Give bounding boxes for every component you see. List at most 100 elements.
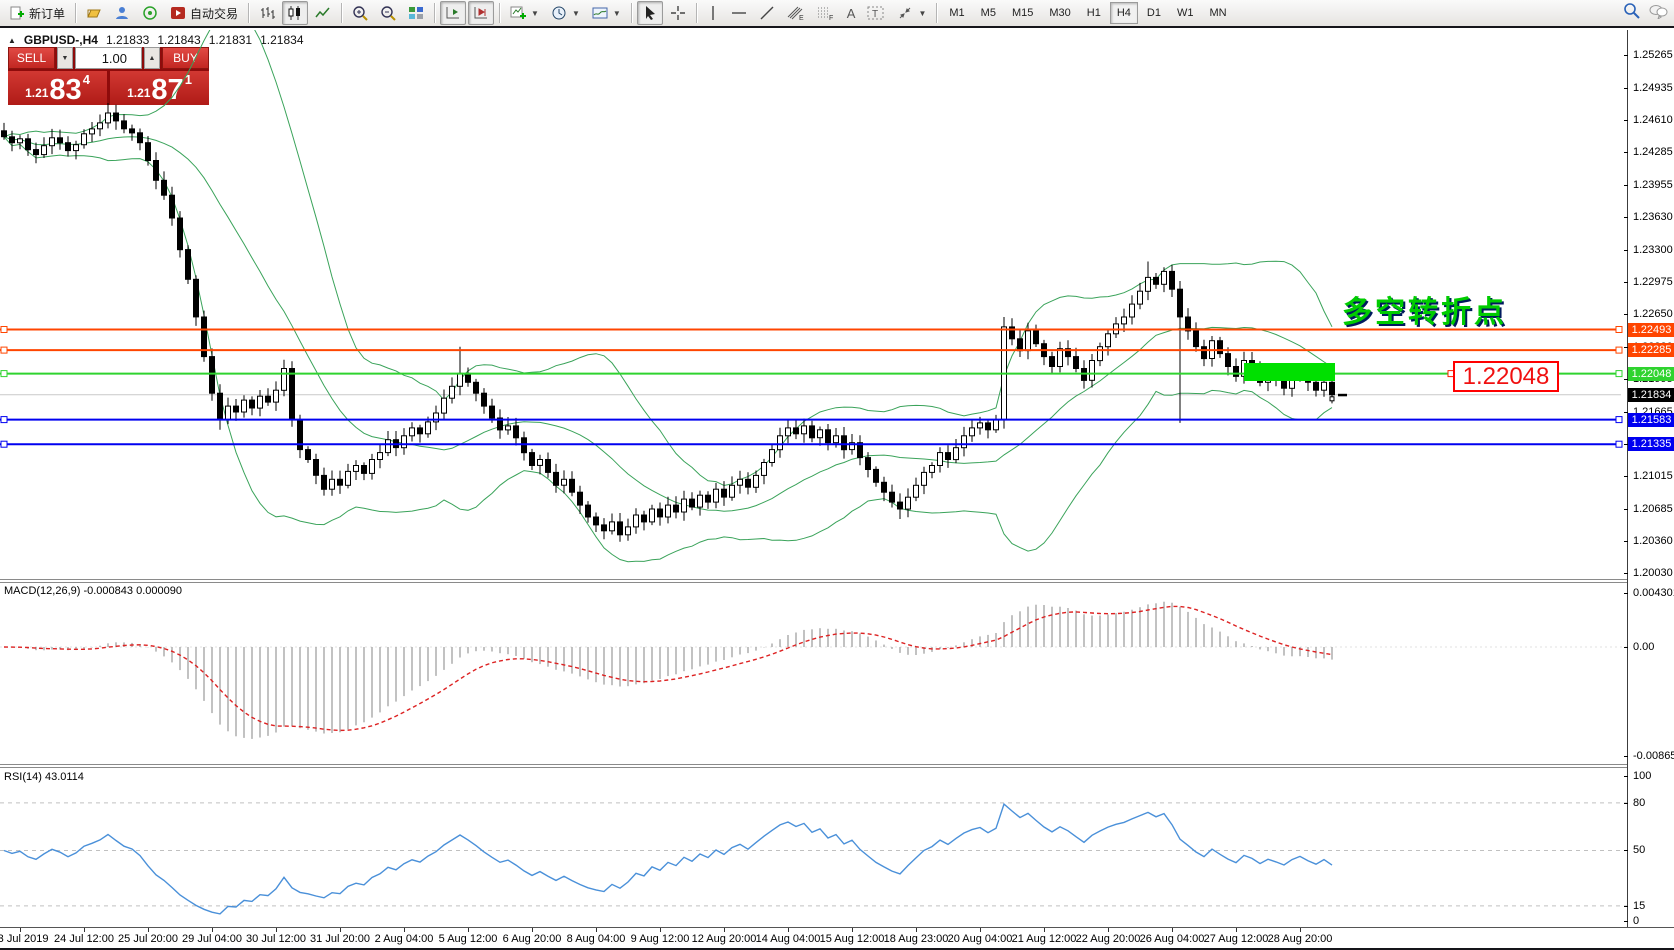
time-tick-label: 25 Jul 20:00 — [118, 933, 178, 945]
current-price-tag: 1.21834 — [1628, 388, 1674, 402]
trendline-button[interactable] — [754, 1, 780, 25]
candlestick-chart-button[interactable] — [282, 1, 308, 25]
price-tick-label: 1.21015 — [1633, 470, 1673, 482]
timeframe-button-mn[interactable]: MN — [1202, 2, 1233, 24]
data-window-button[interactable] — [109, 1, 135, 25]
toolbar: 新订单 自动交易 ▼ ▼ ▼ E F A T ▼ — [0, 0, 1674, 28]
line-chart-button[interactable] — [310, 1, 336, 25]
hline-price-tag: 1.22285 — [1628, 343, 1674, 357]
timeframe-button-d1[interactable]: D1 — [1140, 2, 1168, 24]
search-icon[interactable] — [1623, 2, 1640, 24]
arrows-dropdown[interactable]: ▼ — [892, 1, 931, 25]
time-tick-mark — [1300, 928, 1301, 932]
horizontal-line-button[interactable] — [726, 1, 752, 25]
timeframe-button-w1[interactable]: W1 — [1170, 2, 1201, 24]
macd-pane-canvas[interactable] — [0, 583, 1627, 764]
time-tick-mark — [1236, 928, 1237, 932]
time-tick-mark — [788, 928, 789, 932]
axis-tick-mark — [1624, 120, 1628, 121]
cursor-icon — [642, 5, 658, 21]
price-callout-box[interactable]: 1.22048 — [1453, 361, 1559, 392]
signal-button[interactable] — [137, 1, 163, 25]
toolbar-separator — [696, 3, 697, 23]
time-tick-label: 20 Aug 04:00 — [948, 933, 1013, 945]
timeframe-button-h4[interactable]: H4 — [1110, 2, 1138, 24]
toolbar-separator — [75, 3, 76, 23]
period-dropdown[interactable]: ▼ — [546, 1, 585, 25]
time-axis[interactable]: 23 Jul 201924 Jul 12:0025 Jul 20:0029 Ju… — [0, 927, 1674, 949]
chart-shift-button[interactable] — [468, 1, 494, 25]
chevron-down-icon: ▼ — [918, 9, 926, 18]
price-tick-label: 1.22650 — [1633, 308, 1673, 320]
price-tick-label: 1.24285 — [1633, 146, 1673, 158]
vertical-line-button[interactable] — [702, 1, 724, 25]
fibonacci-button[interactable]: F — [812, 1, 840, 25]
timeframe-button-m30[interactable]: M30 — [1042, 2, 1077, 24]
chat-icon[interactable] — [1648, 3, 1668, 24]
time-tick-label: 22 Aug 20:00 — [1076, 933, 1141, 945]
axis-tick-mark — [1624, 314, 1628, 315]
bar-chart-button[interactable] — [254, 1, 280, 25]
axis-tick-mark — [1624, 250, 1628, 251]
template-dropdown[interactable]: ▼ — [587, 1, 626, 25]
timeframe-button-m15[interactable]: M15 — [1005, 2, 1040, 24]
timeframe-button-h1[interactable]: H1 — [1080, 2, 1108, 24]
time-tick-label: 12 Aug 20:00 — [692, 933, 757, 945]
equidistant-channel-button[interactable]: E — [782, 1, 810, 25]
hline-price-tag: 1.21335 — [1628, 437, 1674, 451]
profiles-button[interactable] — [81, 1, 107, 25]
chart-shift-icon — [473, 5, 489, 21]
price-tick-label: 1.25265 — [1633, 49, 1673, 61]
price-tick-label: 1.23955 — [1633, 179, 1673, 191]
rsi-tick-label: 80 — [1633, 797, 1645, 809]
rsi-pane-canvas[interactable] — [0, 768, 1627, 927]
axis-tick-mark — [1624, 756, 1628, 757]
axis-tick-mark — [1624, 476, 1628, 477]
crosshair-button[interactable] — [665, 1, 691, 25]
time-tick-label: 14 Aug 04:00 — [756, 933, 821, 945]
timeframe-button-m5[interactable]: M5 — [974, 2, 1003, 24]
time-tick-label: 8 Aug 04:00 — [567, 933, 626, 945]
arrows-icon — [897, 5, 913, 21]
time-tick-mark — [468, 928, 469, 932]
text-button[interactable]: A — [842, 1, 861, 25]
svg-text:T: T — [872, 9, 878, 20]
axis-tick-mark — [1624, 593, 1628, 594]
price-tick-label: 1.24610 — [1633, 114, 1673, 126]
time-tick-label: 6 Aug 20:00 — [503, 933, 562, 945]
axis-tick-mark — [1624, 152, 1628, 153]
time-tick-mark — [84, 928, 85, 932]
time-tick-label: 31 Jul 20:00 — [310, 933, 370, 945]
text-label-icon: T — [867, 5, 885, 21]
macd-tick-label: 0.004301 — [1633, 587, 1674, 599]
new-chart-dropdown[interactable]: ▼ — [505, 1, 544, 25]
axis-tick-mark — [1624, 541, 1628, 542]
price-axis[interactable]: 1.252651.249351.246101.242851.239551.236… — [1627, 30, 1674, 950]
time-tick-mark — [1108, 928, 1109, 932]
time-tick-mark — [532, 928, 533, 932]
zoom-out-button[interactable] — [375, 1, 401, 25]
axis-tick-mark — [1624, 185, 1628, 186]
tile-windows-button[interactable] — [403, 1, 429, 25]
toolbar-separator — [341, 3, 342, 23]
time-tick-mark — [980, 928, 981, 932]
new-order-icon — [9, 5, 25, 21]
time-tick-mark — [276, 928, 277, 932]
fibonacci-icon: F — [817, 5, 835, 21]
zoom-in-button[interactable] — [347, 1, 373, 25]
auto-trading-button[interactable]: 自动交易 — [165, 1, 243, 25]
price-tick-label: 1.23300 — [1633, 244, 1673, 256]
macd-tick-label: -0.008651 — [1633, 750, 1674, 762]
turning-point-annotation[interactable]: 多空转折点 — [1342, 287, 1507, 331]
time-tick-label: 24 Jul 12:00 — [54, 933, 114, 945]
cursor-button[interactable] — [637, 1, 663, 25]
time-tick-mark — [852, 928, 853, 932]
auto-scroll-button[interactable] — [440, 1, 466, 25]
candlestick-chart-icon — [287, 5, 303, 21]
new-order-button[interactable]: 新订单 — [4, 1, 70, 25]
time-tick-mark — [1044, 928, 1045, 932]
text-label-button[interactable]: T — [862, 1, 890, 25]
timeframe-button-m1[interactable]: M1 — [942, 2, 971, 24]
time-tick-label: 15 Aug 12:00 — [820, 933, 885, 945]
price-tick-label: 1.20360 — [1633, 535, 1673, 547]
